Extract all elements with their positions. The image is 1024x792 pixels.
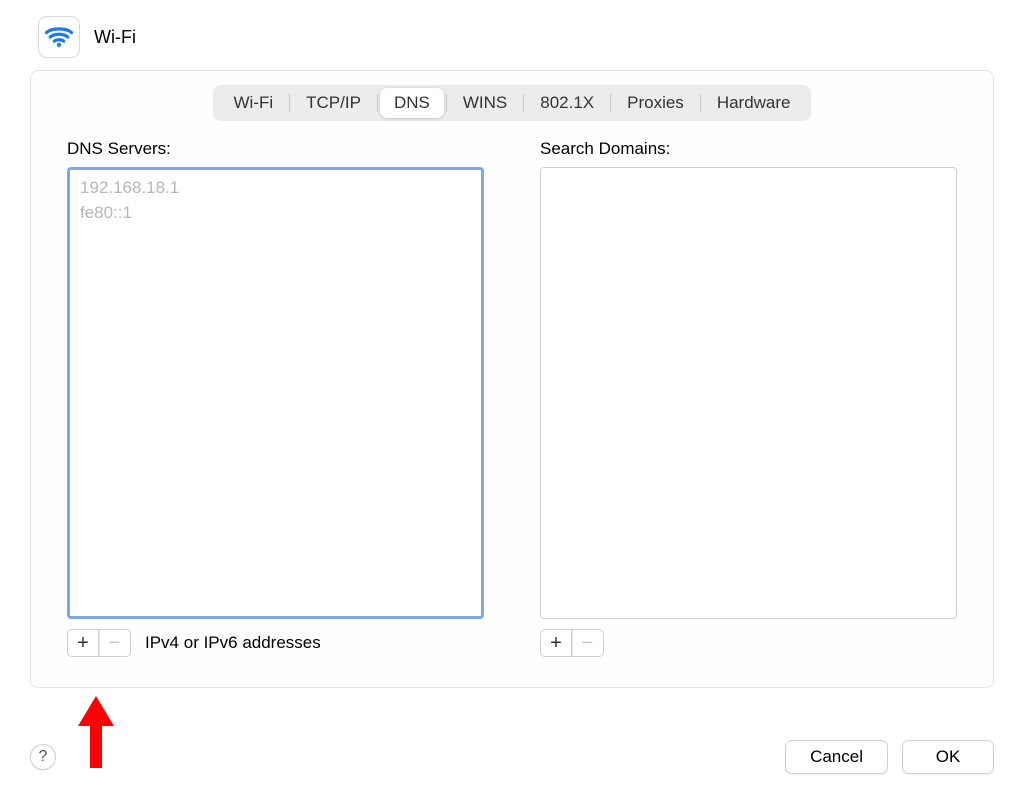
search-domains-label: Search Domains: xyxy=(540,139,957,159)
tab-divider xyxy=(289,94,290,112)
help-icon: ? xyxy=(39,748,48,766)
plus-icon: + xyxy=(77,633,89,653)
dns-servers-list[interactable]: 192.168.18.1 fe80::1 xyxy=(67,167,484,619)
plus-icon: + xyxy=(550,633,562,653)
add-search-domain-button[interactable]: + xyxy=(540,629,572,657)
tab-divider xyxy=(377,94,378,112)
tab-wins[interactable]: WINS xyxy=(449,88,521,118)
page-title: Wi-Fi xyxy=(94,27,136,48)
help-button[interactable]: ? xyxy=(30,744,56,770)
dns-plus-minus-group: + − xyxy=(67,629,131,657)
search-controls: + − xyxy=(540,629,957,657)
dns-controls: + − IPv4 or IPv6 addresses xyxy=(67,629,484,657)
tab-divider xyxy=(446,94,447,112)
columns: DNS Servers: 192.168.18.1 fe80::1 + − IP… xyxy=(31,139,993,657)
tab-dns[interactable]: DNS xyxy=(380,88,444,118)
footer-bar: ? Cancel OK xyxy=(30,740,994,774)
dns-entry[interactable]: fe80::1 xyxy=(80,201,471,226)
minus-icon: − xyxy=(109,633,121,653)
tab-8021x[interactable]: 802.1X xyxy=(526,88,608,118)
add-dns-button[interactable]: + xyxy=(67,629,99,657)
settings-panel: Wi-Fi TCP/IP DNS WINS 802.1X Proxies Har… xyxy=(30,70,994,688)
search-plus-minus-group: + − xyxy=(540,629,604,657)
wifi-icon xyxy=(38,16,80,58)
dns-column: DNS Servers: 192.168.18.1 fe80::1 + − IP… xyxy=(67,139,484,657)
tab-divider xyxy=(610,94,611,112)
tab-tcpip[interactable]: TCP/IP xyxy=(292,88,375,118)
remove-search-domain-button[interactable]: − xyxy=(572,629,604,657)
cancel-button[interactable]: Cancel xyxy=(785,740,888,774)
tab-wifi[interactable]: Wi-Fi xyxy=(219,88,287,118)
window-header: Wi-Fi xyxy=(0,0,1024,70)
dns-servers-label: DNS Servers: xyxy=(67,139,484,159)
tab-proxies[interactable]: Proxies xyxy=(613,88,698,118)
tab-bar: Wi-Fi TCP/IP DNS WINS 802.1X Proxies Har… xyxy=(31,71,993,139)
remove-dns-button[interactable]: − xyxy=(99,629,131,657)
tab-hardware[interactable]: Hardware xyxy=(703,88,805,118)
dns-hint: IPv4 or IPv6 addresses xyxy=(145,633,321,653)
search-domains-column: Search Domains: + − xyxy=(540,139,957,657)
search-domains-list[interactable] xyxy=(540,167,957,619)
dns-entry[interactable]: 192.168.18.1 xyxy=(80,176,471,201)
tab-divider xyxy=(523,94,524,112)
segmented-control: Wi-Fi TCP/IP DNS WINS 802.1X Proxies Har… xyxy=(213,85,810,121)
ok-button[interactable]: OK xyxy=(902,740,994,774)
footer-buttons: Cancel OK xyxy=(785,740,994,774)
tab-divider xyxy=(700,94,701,112)
minus-icon: − xyxy=(582,633,594,653)
